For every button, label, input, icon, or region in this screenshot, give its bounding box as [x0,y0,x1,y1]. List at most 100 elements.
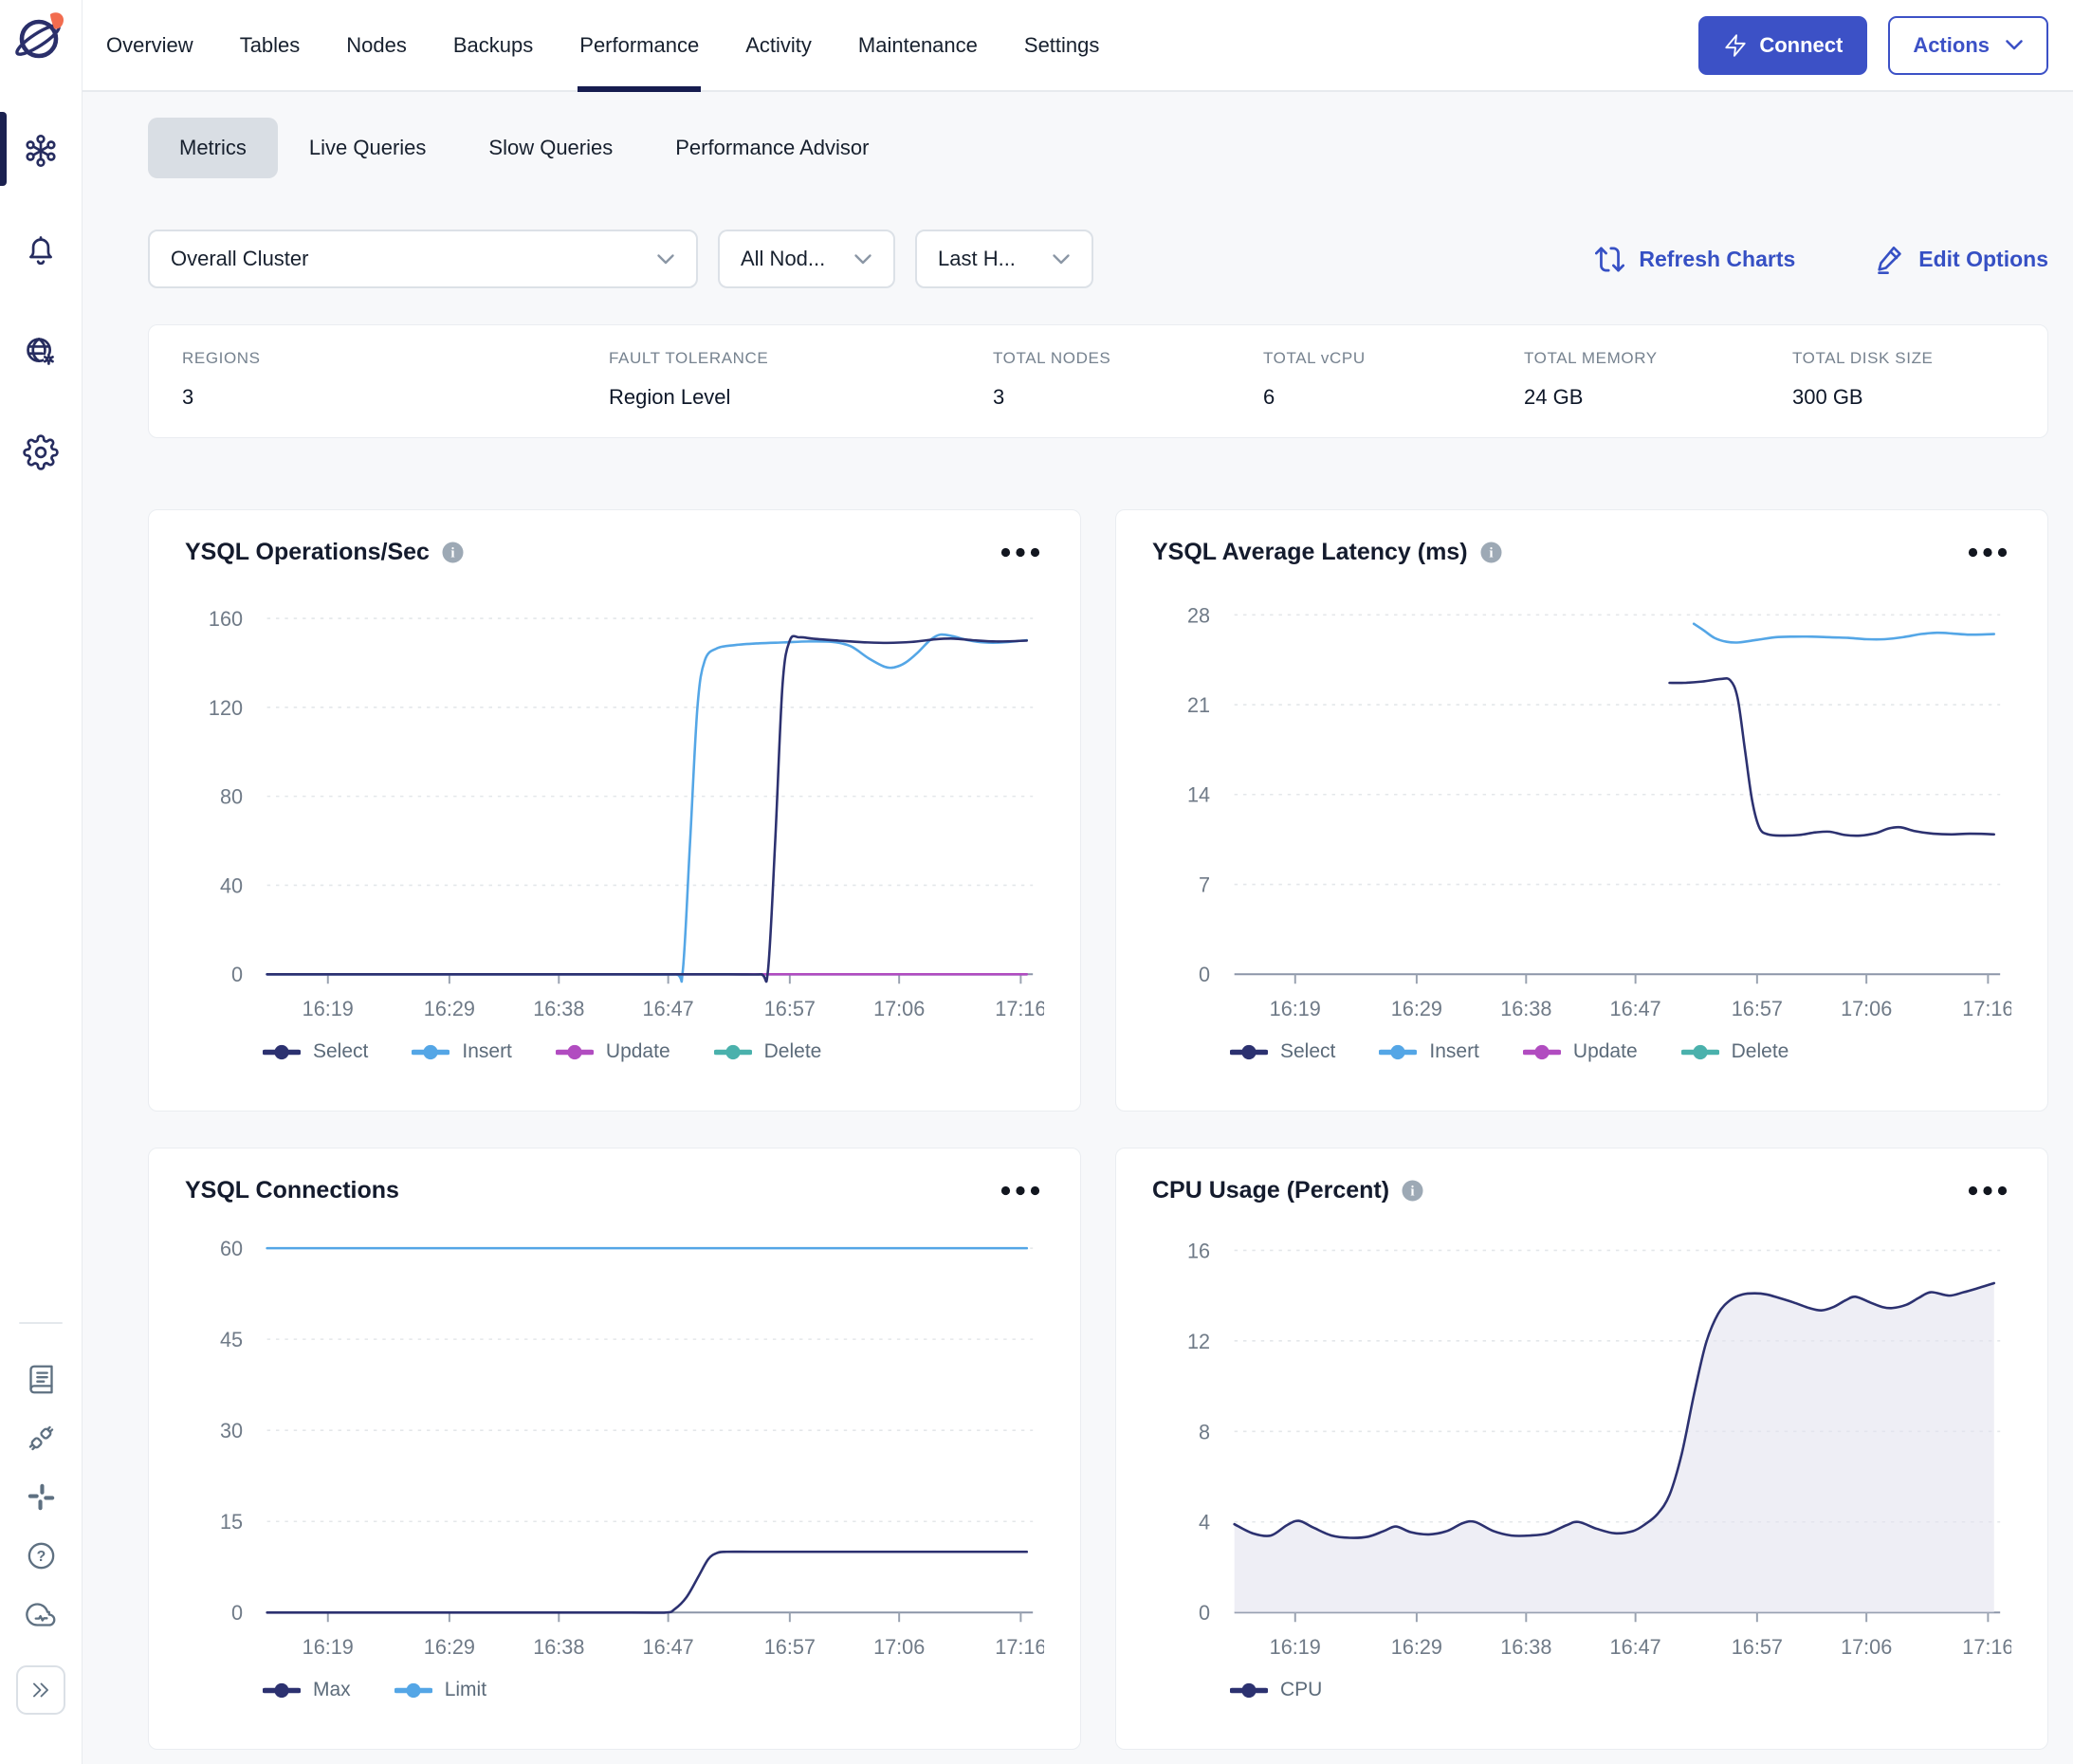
legend-item-update[interactable]: Update [556,1040,670,1063]
chart-menu-button[interactable] [997,543,1044,561]
legend-item-max[interactable]: Max [263,1679,351,1701]
legend-marker [263,1682,301,1699]
svg-text:4: 4 [1199,1511,1210,1534]
legend-item-cpu[interactable]: CPU [1230,1679,1322,1701]
actions-button[interactable]: Actions [1888,16,2048,75]
stat-fault-tolerance: FAULT TOLERANCERegion Level [609,349,993,409]
legend-item-delete[interactable]: Delete [1681,1040,1789,1063]
legend-item-insert[interactable]: Insert [412,1040,512,1063]
svg-text:16:19: 16:19 [1270,997,1321,1020]
svg-text:17:06: 17:06 [1841,997,1892,1020]
info-icon[interactable]: i [442,542,464,563]
legend-item-delete[interactable]: Delete [714,1040,822,1063]
svg-text:0: 0 [1199,963,1210,986]
cluster-stats-bar: REGIONS3FAULT TOLERANCERegion LevelTOTAL… [148,324,2048,438]
tab-overview[interactable]: Overview [106,0,193,90]
info-icon[interactable]: i [1402,1180,1423,1202]
legend-label: Update [606,1040,670,1063]
svg-text:16:47: 16:47 [1610,1635,1661,1659]
chart-menu-button[interactable] [997,1182,1044,1200]
tab-backups[interactable]: Backups [453,0,533,90]
legend-marker [394,1682,432,1699]
legend-marker [1230,1044,1268,1060]
stat-regions: REGIONS3 [182,349,609,409]
subtab-metrics[interactable]: Metrics [148,118,278,178]
chart-menu-button[interactable] [1964,1182,2011,1200]
time-range-select[interactable]: Last H... [915,230,1093,288]
stat-total-vcpu: TOTAL vCPU6 [1263,349,1524,409]
chart-legend: Select Insert Update Delete [1230,1040,2011,1063]
svg-text:16:29: 16:29 [1391,1635,1442,1659]
help-icon[interactable]: ? [24,1538,58,1572]
svg-text:16:29: 16:29 [1391,997,1442,1020]
regions-globe-gear-icon[interactable] [21,332,61,372]
alerts-bell-icon[interactable] [21,231,61,271]
refresh-charts-button[interactable]: Refresh Charts [1595,245,1795,274]
chart-card-header: YSQL Operations/Sec i [185,539,1044,566]
cluster-icon[interactable] [21,131,61,171]
yugabyte-logo[interactable] [12,8,69,68]
svg-text:16:38: 16:38 [1500,997,1551,1020]
svg-text:120: 120 [209,696,243,720]
stat-total-disk-size: TOTAL DISK SIZE300 GB [1792,349,2010,409]
legend-marker [556,1044,594,1060]
chart-legend: CPU [1230,1679,2011,1701]
sidebar: ? [0,0,83,1764]
legend-label: Limit [445,1679,486,1701]
tab-maintenance[interactable]: Maintenance [858,0,978,90]
main-area: Overview Tables Nodes Backups Performance Act… [83,0,2073,1764]
svg-text:17:16: 17:16 [995,1635,1044,1659]
cluster-topbar: Overview Tables Nodes Backups Performance Act… [83,0,2073,92]
legend-item-select[interactable]: Select [263,1040,368,1063]
chevron-down-icon [853,253,872,266]
edit-options-button[interactable]: Edit Options [1875,245,2048,274]
legend-item-select[interactable]: Select [1230,1040,1335,1063]
chart-card-header: YSQL Connections [185,1177,1044,1204]
legend-item-update[interactable]: Update [1523,1040,1638,1063]
charts-grid: YSQL Operations/Sec i0408012016016:1916:… [148,509,2048,1764]
sidebar-expand-button[interactable] [16,1665,65,1715]
topbar-actions: Connect Actions [1698,16,2048,75]
stat-label: FAULT TOLERANCE [609,349,993,368]
svg-text:16:29: 16:29 [424,997,475,1020]
nodes-select-value: All Nod... [741,247,825,271]
chart-menu-button[interactable] [1964,543,2011,561]
svg-text:45: 45 [220,1328,243,1351]
info-icon[interactable]: i [1480,542,1502,563]
connect-button[interactable]: Connect [1698,16,1867,75]
legend-item-insert[interactable]: Insert [1379,1040,1479,1063]
performance-content: MetricsLive QueriesSlow QueriesPerforman… [83,92,2073,1764]
subtab-performance-advisor[interactable]: Performance Advisor [644,118,900,178]
docs-book-icon[interactable] [24,1362,58,1396]
svg-text:16:38: 16:38 [1500,1635,1551,1659]
stat-label: REGIONS [182,349,609,368]
cluster-select[interactable]: Overall Cluster [148,230,698,288]
tab-nodes[interactable]: Nodes [346,0,407,90]
nodes-select[interactable]: All Nod... [718,230,895,288]
settings-gear-icon[interactable] [21,432,61,472]
subtab-live-queries[interactable]: Live Queries [278,118,458,178]
tab-settings[interactable]: Settings [1024,0,1100,90]
stat-label: TOTAL DISK SIZE [1792,349,2010,368]
tab-performance[interactable]: Performance [579,0,699,90]
chart-title: YSQL Average Latency (ms) [1152,539,1468,566]
svg-text:17:06: 17:06 [873,997,925,1020]
integrations-plug-icon[interactable] [24,1421,58,1455]
stat-label: TOTAL NODES [993,349,1263,368]
tab-tables[interactable]: Tables [240,0,301,90]
slack-icon[interactable] [24,1479,58,1514]
svg-text:14: 14 [1187,783,1210,807]
svg-text:i: i [1489,545,1493,560]
filter-row: Overall Cluster All Nod... Last H... Ref… [148,230,2048,288]
subtab-slow-queries[interactable]: Slow Queries [457,118,644,178]
edit-options-label: Edit Options [1918,247,2048,272]
legend-label: Delete [764,1040,822,1063]
svg-text:7: 7 [1199,873,1210,896]
legend-item-limit[interactable]: Limit [394,1679,486,1701]
cloud-status-icon[interactable] [24,1597,58,1631]
svg-text:i: i [1410,1184,1414,1199]
actions-label: Actions [1913,33,1990,58]
tab-activity[interactable]: Activity [745,0,812,90]
svg-text:16:19: 16:19 [303,1635,354,1659]
stat-value: 24 GB [1524,385,1792,410]
